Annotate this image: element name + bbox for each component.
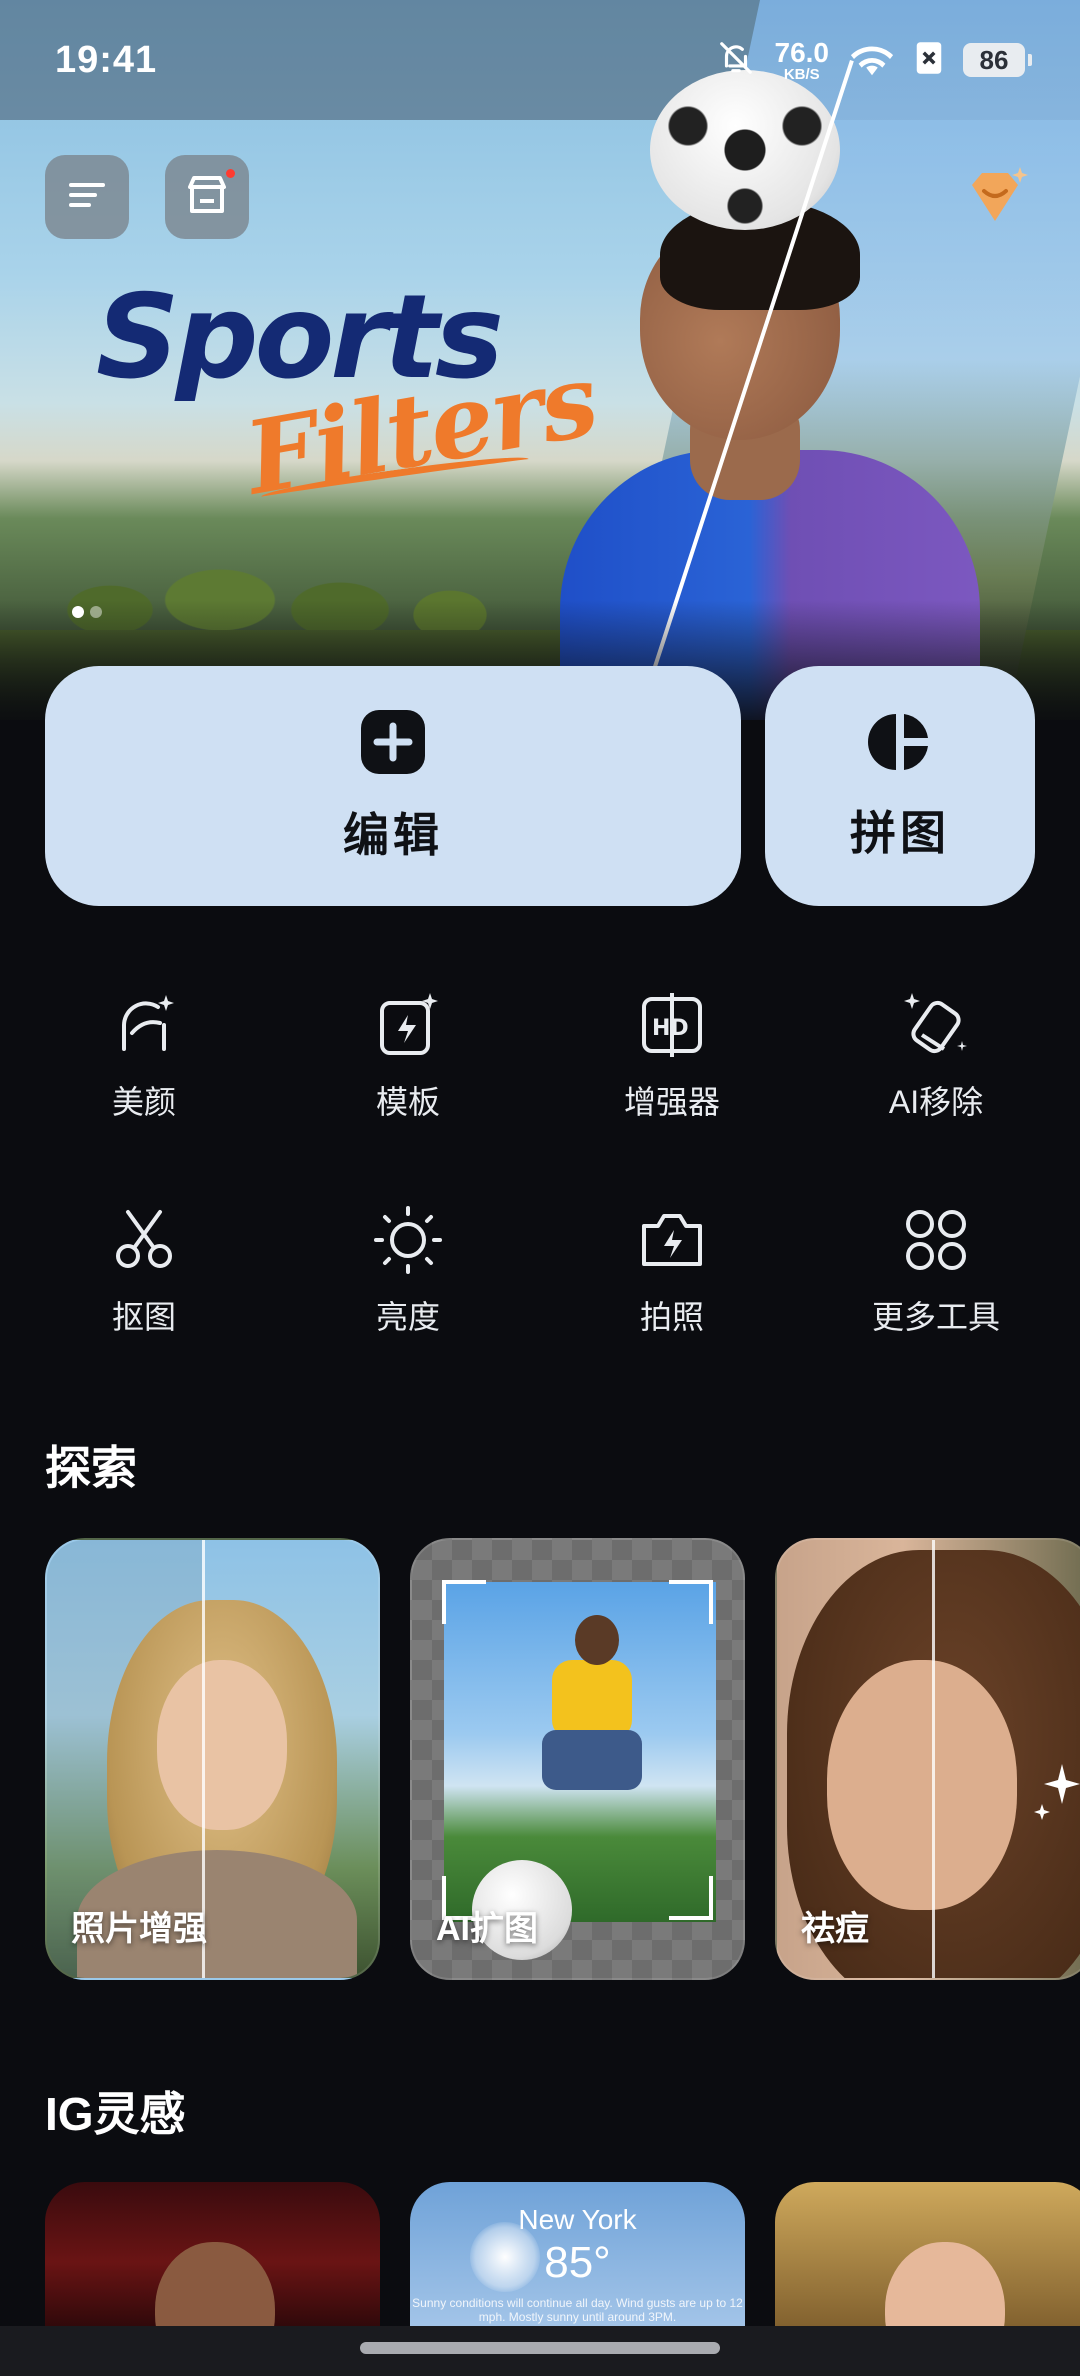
ig-title: IG灵感	[45, 2088, 186, 2140]
carousel-dot-active	[72, 606, 84, 618]
hd-enhancer-icon: HD	[632, 985, 712, 1065]
tool-label: AI移除	[888, 1084, 984, 1120]
svg-text:HD: HD	[652, 1016, 689, 1041]
net-speed: 76.0 KB/S	[774, 36, 830, 83]
tool-cutout[interactable]: 抠图	[44, 1200, 244, 1350]
collage-label: 拼图	[850, 806, 950, 859]
weather-temp: 85°	[544, 2238, 611, 2287]
sun-icon	[368, 1200, 448, 1280]
ig-card[interactable]	[45, 2182, 380, 2342]
sun-glow	[470, 2222, 540, 2292]
template-icon	[368, 985, 448, 1065]
explore-title: 探索	[45, 1442, 137, 1494]
scissors-icon	[104, 1200, 184, 1280]
explore-card-title: AI扩图	[436, 1910, 538, 1948]
face-beauty-icon	[104, 985, 184, 1065]
card-face	[157, 1660, 287, 1830]
tool-label: 模板	[375, 1084, 440, 1120]
menu-button[interactable]	[45, 155, 129, 239]
ig-card[interactable]	[775, 2182, 1080, 2342]
explore-card-ai-expand[interactable]: AI扩图	[410, 1538, 745, 1980]
tool-label: 亮度	[375, 1299, 440, 1335]
explore-card-title: 祛痘	[801, 1910, 869, 1948]
explore-card-photo-enhance[interactable]: 照片增强	[45, 1538, 380, 1980]
edit-button[interactable]: 编辑	[45, 666, 741, 906]
card-player-head	[575, 1615, 619, 1665]
explore-card-title: 照片增强	[71, 1910, 207, 1948]
collage-button[interactable]: 拼图	[765, 666, 1035, 906]
camera-icon	[632, 1200, 712, 1280]
tool-brightness[interactable]: 亮度	[308, 1200, 508, 1350]
compare-divider	[932, 1540, 935, 1978]
ig-card-weather[interactable]: New York 85° Sunny conditions will conti…	[410, 2182, 745, 2342]
mute-bell-icon	[717, 39, 755, 82]
sparkle-icon	[1032, 1760, 1080, 1825]
gesture-handle[interactable]	[360, 2342, 720, 2354]
weather-condition: Sunny conditions will continue all day. …	[412, 2296, 743, 2324]
tool-label: 抠图	[111, 1299, 176, 1335]
status-icons: 76.0 KB/S 86	[717, 36, 1032, 83]
status-time: 19:41	[55, 38, 158, 81]
more-grid-icon	[896, 1200, 976, 1280]
net-speed-unit: KB/S	[783, 65, 820, 83]
tool-label: 增强器	[623, 1084, 720, 1120]
menu-icon	[67, 179, 107, 216]
tool-label: 拍照	[639, 1299, 704, 1335]
card-player-shorts	[542, 1730, 642, 1790]
tool-template[interactable]: 模板	[308, 985, 508, 1135]
edit-label: 编辑	[343, 808, 443, 861]
wifi-icon	[849, 40, 895, 81]
tool-ai-remove[interactable]: AI移除	[836, 985, 1036, 1135]
crop-corner	[442, 1580, 486, 1624]
sim-off-icon	[915, 40, 943, 81]
tool-enhancer[interactable]: HD 增强器	[572, 985, 772, 1135]
premium-button[interactable]	[955, 160, 1035, 240]
card-player-shirt	[552, 1660, 632, 1740]
collage-icon	[868, 710, 932, 779]
tool-camera[interactable]: 拍照	[572, 1200, 772, 1350]
tool-label: 美颜	[111, 1084, 176, 1120]
add-icon	[359, 708, 427, 781]
premium-diamond-icon	[960, 163, 1030, 238]
notification-dot	[226, 169, 235, 178]
net-speed-value: 76.0	[774, 36, 830, 68]
battery-icon: 86	[963, 43, 1032, 77]
explore-card-acne-removal[interactable]: 祛痘	[775, 1538, 1080, 1980]
eraser-icon	[896, 985, 976, 1065]
crop-corner	[669, 1580, 713, 1624]
tool-beauty[interactable]: 美颜	[44, 985, 244, 1135]
weather-city: New York	[518, 2204, 637, 2235]
status-bar: 19:41 76.0 KB/S 86	[0, 0, 1080, 120]
tool-label: 更多工具	[871, 1299, 1000, 1335]
store-icon	[186, 175, 228, 220]
carousel-dot	[90, 606, 102, 618]
card-face	[827, 1660, 1017, 1910]
store-button[interactable]	[165, 155, 249, 239]
crop-corner	[669, 1876, 713, 1920]
tool-more[interactable]: 更多工具	[836, 1200, 1036, 1350]
